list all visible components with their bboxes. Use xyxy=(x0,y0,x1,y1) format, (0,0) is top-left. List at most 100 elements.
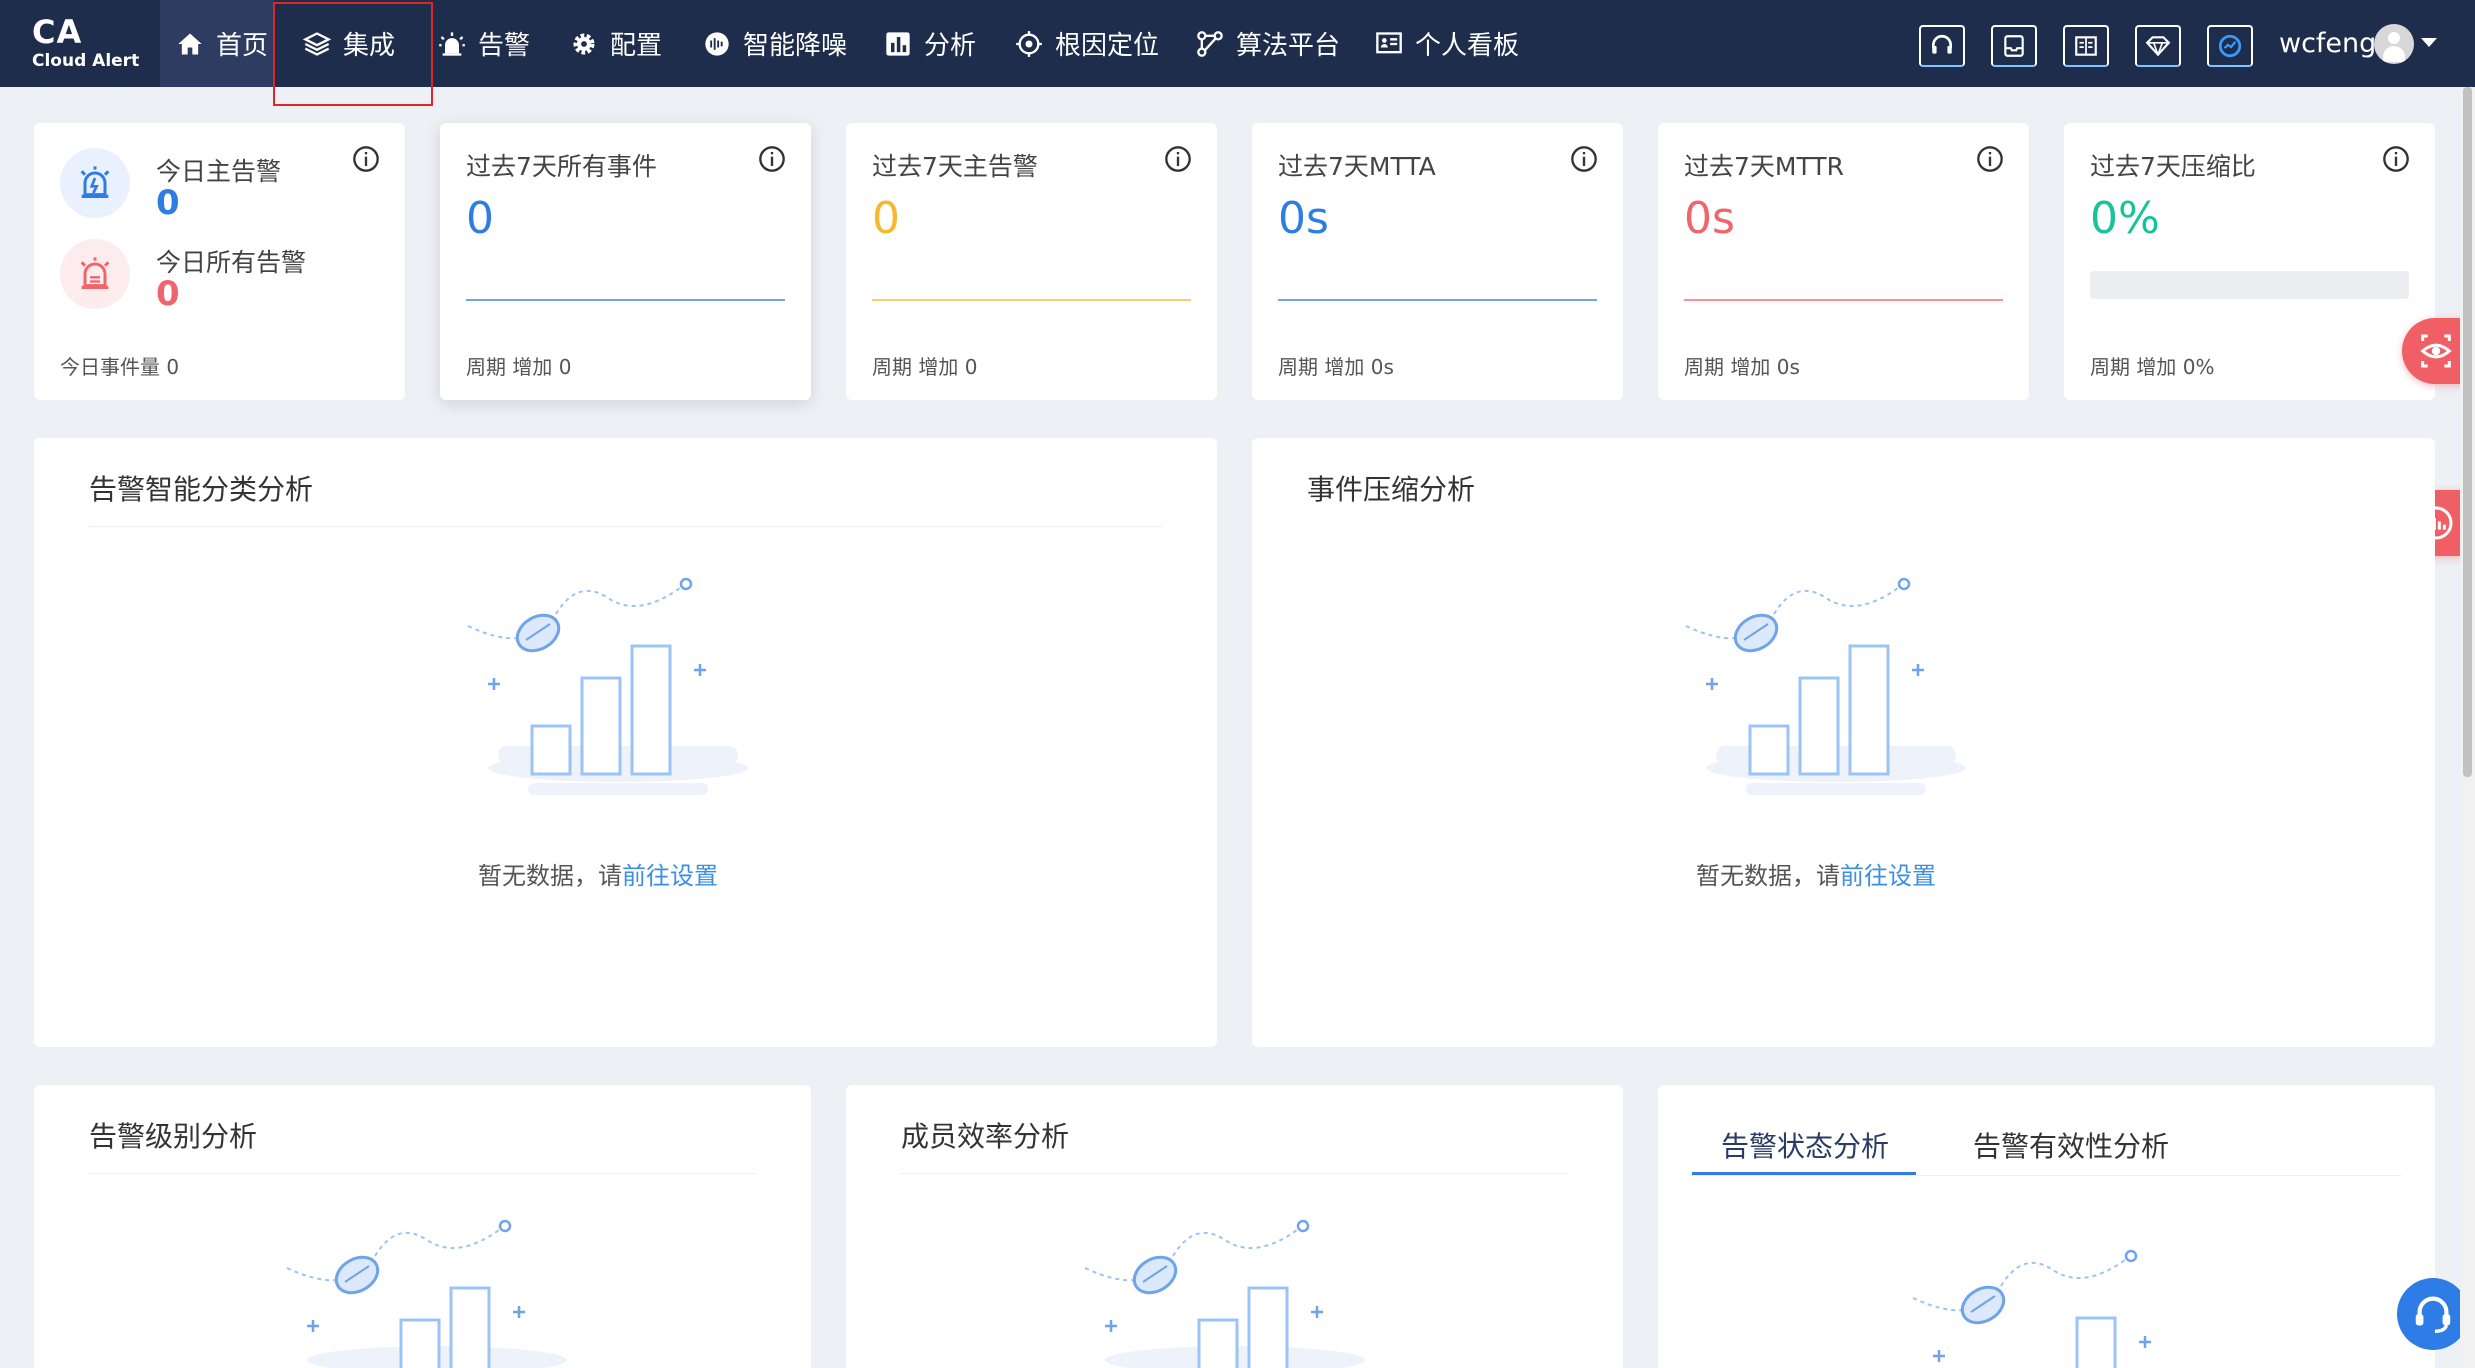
noise-reduction-icon xyxy=(705,31,729,56)
inbox-icon xyxy=(2004,35,2024,57)
bar-chart-icon xyxy=(886,31,910,56)
nav-item-label: 配置 xyxy=(610,31,663,61)
sparkline xyxy=(872,299,1191,301)
panel-alert-level: 告警级别分析 xyxy=(34,1085,811,1368)
stat-card-all-events[interactable]: 过去7天所有事件 0 周期 增加 0 xyxy=(440,123,811,400)
stat-card-compression[interactable]: 过去7天压缩比 0% 周期 增加 0% xyxy=(2064,123,2435,400)
today-main-alert-value: 0 xyxy=(156,183,180,223)
stat-card-main-alerts[interactable]: 过去7天主告警 0 周期 增加 0 xyxy=(846,123,1217,400)
stat-value: 0% xyxy=(2090,193,2160,244)
dashboard-icon xyxy=(1376,31,1402,53)
support-button[interactable] xyxy=(1919,25,1965,67)
stat-title: 过去7天MTTA xyxy=(1278,152,1436,181)
empty-data-illustration xyxy=(1685,577,1966,795)
stat-value: 0s xyxy=(1278,193,1329,244)
chat-support-button[interactable] xyxy=(2397,1278,2469,1350)
diamond-icon xyxy=(2145,36,2171,57)
info-icon[interactable] xyxy=(758,145,786,173)
stat-title: 过去7天MTTR xyxy=(1684,152,1844,181)
nav-item-personal-dashboard[interactable]: 个人看板 xyxy=(1375,0,1519,87)
nav-item-label: 分析 xyxy=(924,31,977,61)
brand-title: CA xyxy=(32,13,83,51)
stat-value: 0 xyxy=(466,193,494,244)
premium-button[interactable] xyxy=(2135,25,2181,67)
algorithm-icon xyxy=(1197,30,1223,57)
nav-item-algorithm[interactable]: 算法平台 xyxy=(1196,0,1340,87)
book-icon xyxy=(2075,36,2097,56)
layers-icon xyxy=(303,31,331,56)
nav-item-home[interactable]: 首页 xyxy=(160,0,274,87)
nav-item-label: 告警 xyxy=(478,31,531,61)
sparkline xyxy=(1278,299,1597,301)
today-event-count: 今日事件量 0 xyxy=(60,355,180,379)
empty-message: 暂无数据，请前往设置 xyxy=(478,856,718,891)
empty-data-illustration xyxy=(1912,1249,2151,1368)
info-icon[interactable] xyxy=(1976,145,2004,173)
empty-text: 暂无数据，请 xyxy=(478,862,622,890)
panel-title: 告警智能分类分析 xyxy=(89,473,314,506)
inbox-button[interactable] xyxy=(1991,25,2037,67)
main-alert-icon xyxy=(60,148,130,218)
empty-data-illustration xyxy=(467,577,748,795)
progress-bar xyxy=(2090,271,2409,299)
info-icon[interactable] xyxy=(352,145,380,173)
stat-value: 0 xyxy=(872,193,900,244)
alarm-icon xyxy=(439,31,465,56)
chevron-down-icon[interactable] xyxy=(2421,38,2437,47)
panel-title: 成员效率分析 xyxy=(901,1120,1070,1153)
nav-item-root-cause[interactable]: 根因定位 xyxy=(1015,0,1159,87)
panel-event-compression: 事件压缩分析 暂无数据，请前往设置 xyxy=(1252,438,2435,1047)
nav-item-config[interactable]: 配置 xyxy=(570,0,662,87)
stat-period-change: 周期 增加 0% xyxy=(2090,355,2215,379)
nav-item-integration[interactable]: 集成 xyxy=(303,0,395,87)
panel-title: 事件压缩分析 xyxy=(1307,473,1476,506)
stat-value: 0s xyxy=(1684,193,1735,244)
nav-item-label: 智能降噪 xyxy=(743,31,848,61)
info-icon[interactable] xyxy=(2382,145,2410,173)
empty-data-illustration xyxy=(1084,1219,1365,1368)
stat-period-change: 周期 增加 0 xyxy=(466,355,572,379)
sparkline xyxy=(466,299,785,301)
scrollbar-thumb[interactable] xyxy=(2463,87,2472,777)
monitor-button[interactable] xyxy=(2207,25,2253,67)
today-alerts-card: 今日主告警 0 今日所有告警 0 今日事件量 0 xyxy=(34,123,405,400)
panel-alert-status: 告警状态分析 告警有效性分析 xyxy=(1658,1085,2435,1368)
tab-alert-status[interactable]: 告警状态分析 xyxy=(1721,1125,1889,1165)
stat-title: 过去7天主告警 xyxy=(872,152,1038,181)
divider xyxy=(1692,1175,2401,1176)
goto-settings-link[interactable]: 前往设置 xyxy=(1840,862,1936,890)
divider xyxy=(89,1173,756,1174)
nav-item-alerts[interactable]: 告警 xyxy=(438,0,530,87)
goto-settings-link[interactable]: 前往设置 xyxy=(622,862,718,890)
info-icon[interactable] xyxy=(1570,145,1598,173)
stat-period-change: 周期 增加 0s xyxy=(1684,355,1800,379)
brand-logo[interactable]: CA Cloud Alert xyxy=(32,14,139,72)
home-icon xyxy=(178,33,202,54)
stat-card-mttr[interactable]: 过去7天MTTR 0s 周期 增加 0s xyxy=(1658,123,2029,400)
today-all-alert-value: 0 xyxy=(156,274,180,314)
username[interactable]: wcfeng xyxy=(2279,26,2376,62)
tab-alert-validity[interactable]: 告警有效性分析 xyxy=(1973,1125,2169,1165)
panel-member-efficiency: 成员效率分析 xyxy=(846,1085,1623,1368)
headset-icon xyxy=(2415,1296,2451,1333)
target-icon xyxy=(1016,30,1042,57)
stat-title: 过去7天所有事件 xyxy=(466,152,657,181)
stat-card-mtta[interactable]: 过去7天MTTA 0s 周期 增加 0s xyxy=(1252,123,1623,400)
nav-item-noise-reduction[interactable]: 智能降噪 xyxy=(703,0,847,87)
docs-button[interactable] xyxy=(2063,25,2109,67)
divider xyxy=(89,526,1162,527)
nav-item-label: 首页 xyxy=(216,31,269,61)
sparkline xyxy=(1684,299,2003,301)
avatar[interactable] xyxy=(2374,24,2414,64)
nav-item-label: 集成 xyxy=(343,31,396,61)
brand-subtitle: Cloud Alert xyxy=(32,51,140,71)
nav-item-label: 根因定位 xyxy=(1055,31,1160,61)
empty-text: 暂无数据，请 xyxy=(1696,862,1840,890)
stat-period-change: 周期 增加 0s xyxy=(1278,355,1394,379)
info-icon[interactable] xyxy=(1164,145,1192,173)
stat-title: 过去7天压缩比 xyxy=(2090,152,2256,181)
panel-classification: 告警智能分类分析 暂无数据，请前往设置 xyxy=(34,438,1217,1047)
settings-icon xyxy=(573,33,595,54)
speed-icon xyxy=(2218,34,2242,58)
nav-item-analysis[interactable]: 分析 xyxy=(884,0,976,87)
